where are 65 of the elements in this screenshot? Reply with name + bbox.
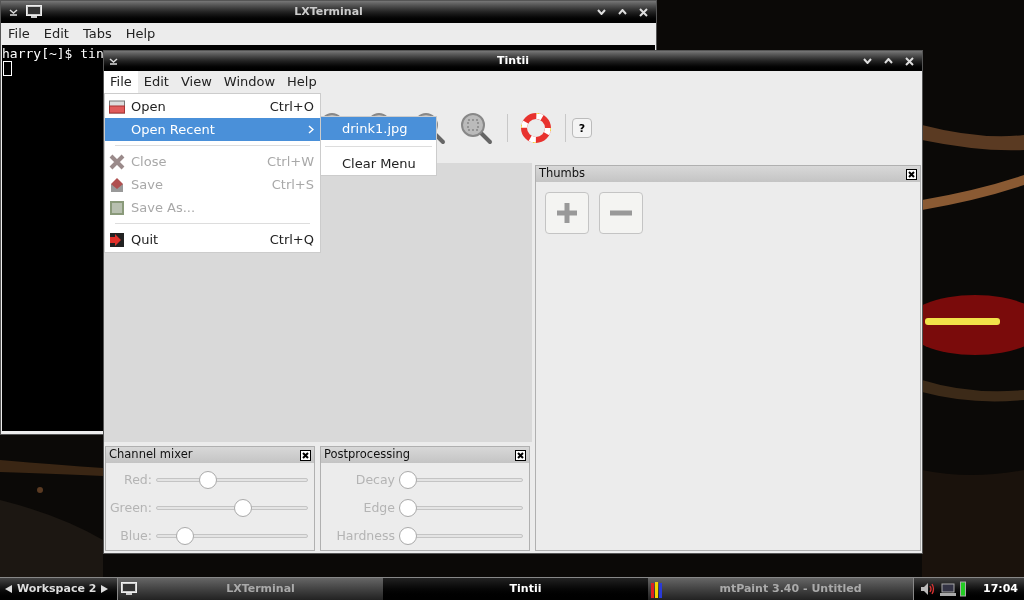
slider-label: Blue: xyxy=(119,526,153,545)
window-menu-icon[interactable] xyxy=(109,57,118,65)
slider[interactable] xyxy=(156,471,308,489)
plus-icon xyxy=(555,201,579,225)
slider[interactable] xyxy=(399,471,523,489)
maximize-icon[interactable] xyxy=(884,58,893,64)
menu-item[interactable]: Edit xyxy=(36,24,76,44)
window-title: Tintii xyxy=(496,52,530,69)
close-icon[interactable] xyxy=(300,449,311,461)
task-button[interactable]: LXTerminal xyxy=(118,578,383,600)
slider[interactable] xyxy=(399,527,523,545)
slider[interactable] xyxy=(156,527,308,545)
clock: 17:04 xyxy=(983,580,1019,597)
exit-icon xyxy=(109,231,125,248)
monitor-icon xyxy=(26,5,42,19)
workspace-label[interactable]: Workspace 2 xyxy=(17,580,97,598)
menu-item[interactable]: Help xyxy=(281,71,323,93)
minimize-icon[interactable] xyxy=(863,58,872,64)
minimize-icon[interactable] xyxy=(597,9,606,15)
task-button[interactable]: mtPaint 3.40 - Untitled xyxy=(648,578,913,600)
window-title: LXTerminal xyxy=(293,3,364,20)
menu-item[interactable]: File xyxy=(104,71,138,93)
cross-icon xyxy=(109,153,125,170)
menu-item[interactable]: Quit Ctrl+Q xyxy=(105,228,320,251)
menu-item[interactable]: Help xyxy=(118,24,163,44)
help-button[interactable]: ? xyxy=(572,118,592,138)
menu-item[interactable]: Edit xyxy=(137,71,175,93)
slider-label: Red: xyxy=(123,470,153,489)
close-icon[interactable] xyxy=(515,449,526,461)
maximize-icon[interactable] xyxy=(618,9,627,15)
folder-icon xyxy=(109,99,125,114)
panel-title: Thumbs xyxy=(539,165,586,183)
slider-label: Green: xyxy=(108,498,153,517)
arrow-left-icon[interactable] xyxy=(5,585,12,593)
zoom-in-button[interactable] xyxy=(545,192,589,234)
menu-item[interactable]: File xyxy=(1,24,37,44)
slider[interactable] xyxy=(156,499,308,517)
network-icon[interactable] xyxy=(940,581,956,597)
zoom-out-button[interactable] xyxy=(599,192,643,234)
terminal-line: harry[~]$ tin xyxy=(2,46,104,61)
slider-label: Hardness xyxy=(335,526,396,545)
menu-item[interactable]: Clear Menu xyxy=(321,152,436,175)
save-icon xyxy=(109,176,125,193)
slider-label: Edge xyxy=(362,498,396,517)
menu-item[interactable]: Tabs xyxy=(75,24,119,44)
menu-item[interactable]: Open Ctrl+O xyxy=(105,95,320,118)
menu-item[interactable]: View xyxy=(174,71,218,93)
slider[interactable] xyxy=(399,499,523,517)
save-as-icon xyxy=(109,199,125,216)
magnifier-icon[interactable] xyxy=(459,111,493,145)
chevron-right-icon xyxy=(308,125,314,134)
close-icon[interactable] xyxy=(906,168,917,180)
speaker-icon[interactable] xyxy=(920,582,936,596)
slider-label: Decay xyxy=(354,470,396,489)
monitor-icon xyxy=(121,582,137,596)
menu-item[interactable]: Window xyxy=(217,71,282,93)
lifebuoy-icon[interactable] xyxy=(521,113,551,143)
pencils-icon xyxy=(651,580,665,598)
minus-icon xyxy=(609,210,633,216)
panel-title: Channel mixer xyxy=(109,446,193,464)
window-menu-icon[interactable] xyxy=(9,8,18,16)
terminal-cursor xyxy=(3,61,12,76)
battery-icon[interactable] xyxy=(960,581,966,597)
panel-title: Postprocessing xyxy=(324,446,411,464)
arrow-right-icon[interactable] xyxy=(101,585,109,593)
